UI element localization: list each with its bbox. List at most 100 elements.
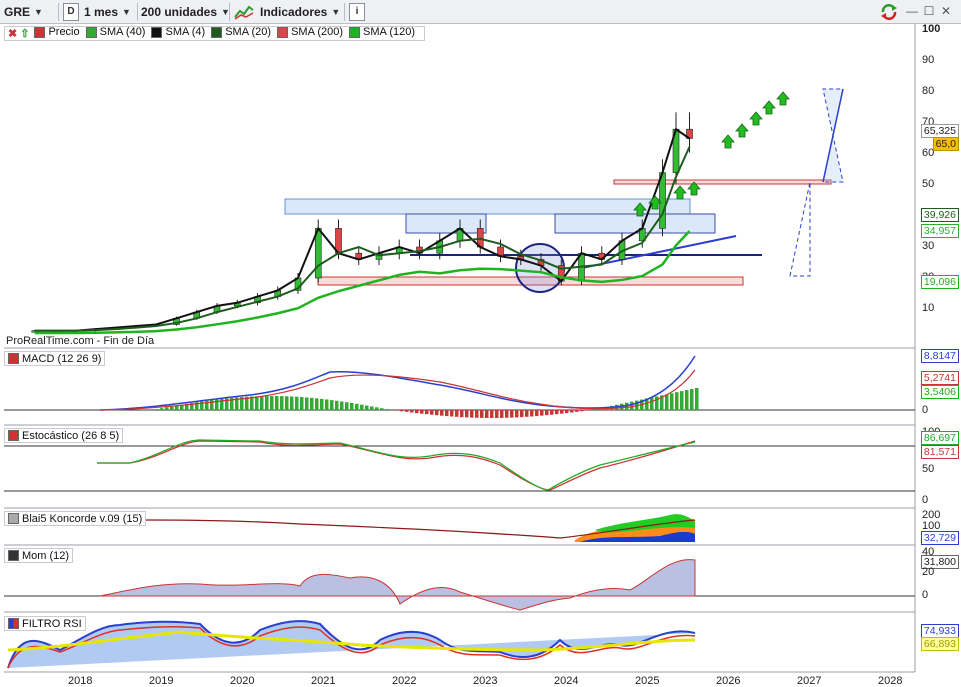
rsi-panel	[7, 620, 696, 669]
macd-histogram-bar	[445, 410, 449, 417]
macd-zero-tick: 0	[922, 404, 929, 416]
legend-item[interactable]: SMA (4)	[151, 26, 205, 38]
macd-histogram-bar	[255, 396, 259, 410]
stoch-k-line	[97, 439, 696, 491]
legend-label: SMA (200)	[291, 26, 344, 39]
mom-tick-20: 20	[922, 566, 935, 578]
legend-item[interactable]: SMA (40)	[85, 26, 146, 39]
close-panel-icon[interactable]: ✖	[8, 27, 17, 40]
legend-item[interactable]: SMA (20)	[211, 26, 271, 38]
legend-swatch	[277, 26, 289, 38]
refresh-icon[interactable]	[879, 3, 899, 21]
macd-histogram-bar	[450, 410, 454, 417]
stoch-d-line	[97, 440, 696, 491]
macd-histogram-bar	[480, 410, 484, 418]
period-selector[interactable]: 1 mes ▼	[84, 3, 131, 21]
price-tick: 80	[922, 85, 935, 97]
macd-histogram	[155, 388, 699, 418]
projection-lower	[789, 181, 811, 277]
macd-histogram-bar	[510, 410, 514, 418]
macd-histogram-bar	[470, 410, 474, 418]
separator	[229, 3, 230, 21]
macd-histogram-bar	[665, 394, 669, 410]
macd-histogram-bar	[535, 410, 539, 417]
legend-swatch	[211, 26, 223, 38]
x-tick: 2024	[554, 675, 579, 687]
macd-signal-badge: 5,2741	[920, 371, 959, 385]
macd-histogram-bar	[340, 401, 344, 410]
macd-signal-line	[99, 369, 696, 411]
macd-histogram-bar	[575, 410, 579, 412]
macd-hist-badge: 3,5406	[920, 385, 959, 399]
macd-histogram-bar	[305, 397, 309, 410]
stoch-title: Estocástico (26 8 5)	[4, 428, 124, 443]
legend-swatch	[34, 26, 46, 38]
close-icon[interactable]: ✕	[939, 3, 953, 19]
macd-histogram-bar	[265, 396, 269, 410]
stoch-tick-0: 0	[922, 494, 929, 506]
separator	[137, 3, 138, 21]
macd-histogram-bar	[565, 410, 569, 414]
units-label: 200 unidades	[141, 5, 218, 19]
macd-histogram-bar	[515, 410, 519, 418]
chevron-down-icon: ▼	[122, 7, 131, 17]
info-button[interactable]: i	[349, 3, 365, 21]
macd-histogram-bar	[540, 410, 544, 416]
up-arrow-icon[interactable]: ⇧	[20, 27, 29, 40]
legend-label: Precio	[48, 26, 80, 39]
legend-item[interactable]: Precio	[34, 26, 80, 39]
legend-label: SMA (20)	[225, 26, 272, 39]
symbol-selector[interactable]: GRE ▼	[4, 3, 43, 21]
macd-histogram-bar	[695, 388, 699, 410]
macd-histogram-bar	[650, 397, 654, 410]
macd-histogram-bar	[300, 397, 304, 410]
macd-value-badge: 8,8147	[920, 349, 959, 363]
stoch-d-badge: 81,571	[920, 445, 959, 459]
rsi-value-badge: 74,933	[920, 624, 959, 638]
macd-line	[99, 355, 696, 411]
units-selector[interactable]: 200 unidades ▼	[141, 3, 230, 21]
x-tick: 2028	[878, 675, 903, 687]
price-tick: 10	[922, 302, 935, 314]
rsi-title: FILTRO RSI	[4, 616, 86, 631]
up-arrow-icon	[776, 91, 790, 106]
legend-label: SMA (4)	[165, 26, 206, 39]
macd-histogram-bar	[165, 407, 169, 410]
mom-tick-0: 0	[922, 589, 929, 601]
macd-histogram-bar	[420, 410, 424, 414]
macd-histogram-bar	[395, 410, 399, 411]
indicators-menu[interactable]: Indicadores ▼	[234, 3, 340, 21]
macd-histogram-bar	[545, 410, 549, 416]
macd-histogram-bar	[370, 406, 374, 410]
macd-histogram-bar	[680, 391, 684, 410]
legend-swatch	[85, 26, 97, 38]
koncorde-title: Blai5 Koncorde v.09 (15)	[4, 511, 147, 526]
legend-item[interactable]: SMA (200)	[277, 26, 343, 38]
stoch-k-badge: 86,697	[920, 431, 959, 445]
minimize-icon[interactable]: —	[905, 3, 919, 19]
bottom-circle	[515, 243, 565, 293]
up-arrow-icon	[749, 111, 763, 126]
indicators-label: Indicadores	[260, 5, 328, 19]
macd-histogram-bar	[430, 410, 434, 415]
macd-histogram-bar	[270, 396, 274, 410]
macd-title: MACD (12 26 9)	[4, 351, 106, 366]
legend-item[interactable]: SMA (120)	[349, 26, 415, 38]
resistance-zone-2022	[405, 213, 487, 234]
legend-label: SMA (120)	[363, 26, 416, 39]
macd-histogram-bar	[380, 408, 384, 410]
x-tick: 2026	[716, 675, 741, 687]
macd-histogram-bar	[315, 398, 319, 410]
legend-items: Precio SMA (40) SMA (4) SMA (20) SMA (200) SM…	[34, 26, 421, 41]
macd-histogram-bar	[350, 403, 354, 410]
daily-button[interactable]: D	[63, 3, 79, 21]
legend-label: SMA (40)	[99, 26, 146, 39]
macd-histogram-bar	[330, 400, 334, 410]
sma20-line	[34, 146, 691, 332]
resistance-zone-top	[284, 198, 691, 215]
macd-histogram-bar	[345, 402, 349, 410]
separator	[58, 3, 59, 21]
macd-histogram-bar	[290, 396, 294, 410]
maximize-icon[interactable]: ☐	[922, 3, 936, 19]
macd-histogram-bar	[425, 410, 429, 415]
